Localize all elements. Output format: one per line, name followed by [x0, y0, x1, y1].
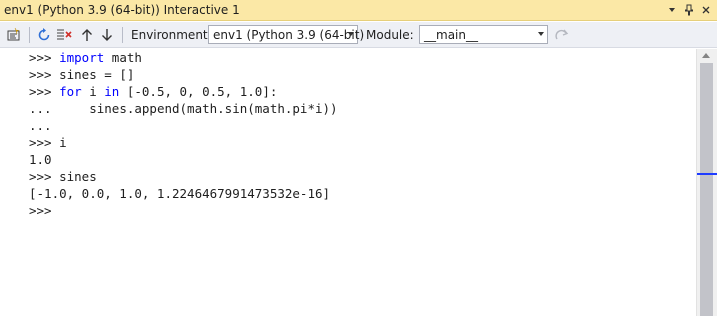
scrollbar-thumb[interactable] — [700, 63, 713, 316]
repl-prompt: ... — [29, 101, 90, 116]
repl-prompt: >>> — [29, 135, 60, 150]
repl-line: 1.0 — [29, 151, 52, 168]
title-bar-buttons — [665, 2, 713, 18]
code-text: [-0.5, 0, 0.5, 1.0]: — [119, 84, 278, 99]
scroll-up-icon[interactable] — [702, 53, 710, 58]
repl-line: >>> — [29, 202, 52, 219]
code-text: sines.append(math.sin(math.pi*i)) — [89, 101, 338, 116]
repl-prompt: ... — [29, 118, 52, 133]
code-text: i — [81, 84, 105, 99]
repl-prompt: >>> — [29, 50, 60, 65]
repl-line: ... sines.append(math.sin(math.pi*i)) — [29, 100, 338, 117]
redo-icon[interactable] — [553, 26, 571, 44]
chevron-down-icon — [538, 32, 544, 36]
pin-icon[interactable] — [682, 2, 696, 18]
code-keyword: import — [59, 50, 105, 65]
repl-line: ... — [29, 117, 52, 134]
window-title-bar: env1 (Python 3.9 (64-bit)) Interactive 1 — [0, 0, 717, 21]
repl-prompt: >>> — [29, 67, 60, 82]
code-text: [-1.0, 0.0, 1.0, 1.2246467991473532e-16] — [29, 186, 331, 201]
environment-combobox[interactable]: env1 (Python 3.9 (64-bit) — [208, 25, 364, 44]
repl-prompt: >>> — [29, 169, 60, 184]
environment-value: env1 (Python 3.9 (64-bit) — [213, 28, 365, 42]
repl-line: [-1.0, 0.0, 1.0, 1.2246467991473532e-16] — [29, 185, 330, 202]
vertical-scrollbar[interactable] — [696, 49, 717, 316]
close-icon[interactable] — [699, 2, 713, 18]
code-text: sines = [] — [59, 67, 135, 82]
interactive-toolbar: Environment: env1 (Python 3.9 (64-bit) M… — [0, 22, 717, 48]
scroll-position-marker — [697, 173, 717, 175]
module-label: Module: — [366, 28, 414, 42]
toolbar-separator — [122, 27, 123, 43]
code-text: 1.0 — [29, 152, 52, 167]
restart-icon[interactable] — [35, 26, 53, 44]
repl-prompt: >>> — [29, 203, 52, 218]
repl-line: >>> sines = [] — [29, 66, 134, 83]
window-title: env1 (Python 3.9 (64-bit)) Interactive 1 — [4, 3, 240, 17]
chevron-down-icon — [348, 32, 354, 36]
history-down-icon[interactable] — [98, 26, 116, 44]
repl-line: >>> sines — [29, 168, 97, 185]
history-up-icon[interactable] — [78, 26, 96, 44]
module-value: __main__ — [424, 28, 478, 42]
repl-output[interactable]: >>> import math >>> sines = [] >>> for i i… — [0, 49, 696, 316]
repl-prompt: >>> — [29, 84, 60, 99]
reset-icon[interactable] — [5, 26, 23, 44]
clear-icon[interactable] — [55, 26, 73, 44]
repl-line: >>> i — [29, 134, 67, 151]
code-text: i — [59, 135, 67, 150]
environment-label: Environment: — [131, 28, 212, 42]
module-combobox[interactable]: __main__ — [419, 25, 548, 44]
dropdown-icon[interactable] — [665, 2, 679, 18]
repl-line: >>> import math — [29, 49, 142, 66]
code-text: math — [104, 50, 142, 65]
code-keyword: in — [104, 84, 120, 99]
repl-line: >>> for i in [-0.5, 0, 0.5, 1.0]: — [29, 83, 277, 100]
code-text: sines — [59, 169, 97, 184]
toolbar-separator — [29, 27, 30, 43]
code-keyword: for — [59, 84, 82, 99]
